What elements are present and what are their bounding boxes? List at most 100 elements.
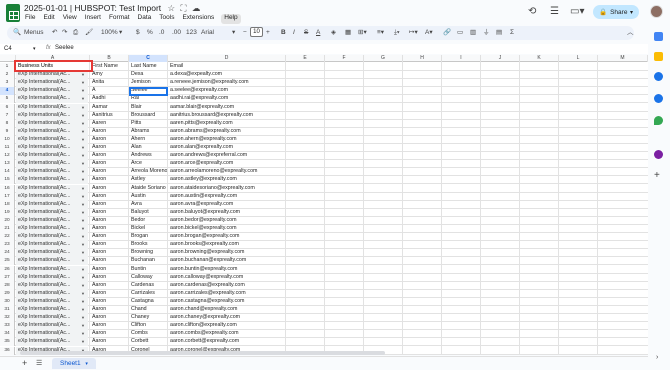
cell-email[interactable]: aaron.clifton@exprealty.com [168,322,286,330]
menu-edit[interactable]: Edit [42,14,55,24]
row-number[interactable]: 3 [0,79,15,88]
cell-business-unit[interactable]: eXp International(Ac... ▼ [16,314,88,323]
menu-view[interactable]: View [62,14,78,24]
row-number[interactable]: 8 [0,119,15,128]
all-sheets-icon[interactable]: ☰ [36,359,42,367]
row-number[interactable]: 25 [0,257,15,266]
row-number[interactable]: 2 [0,71,15,80]
column-header-c[interactable]: C [129,55,168,62]
row-number[interactable]: 13 [0,160,15,169]
filter-icon[interactable]: ⏚ [483,28,490,38]
add-sheet-icon[interactable]: + [22,358,27,368]
dropdown-chip-icon[interactable]: ▼ [81,160,85,168]
row-number[interactable]: 35 [0,338,15,347]
row-number[interactable]: 6 [0,103,15,112]
cell-last-name[interactable]: Bickel [129,225,168,233]
cell-first-name[interactable]: Aaron [90,274,129,282]
cell-last-name[interactable]: Avra [129,201,168,209]
cell-first-name[interactable]: Aaron [90,152,129,160]
maps-icon[interactable] [654,116,663,125]
cell-last-name[interactable]: Brooks [129,241,168,249]
cell-business-unit[interactable]: eXp International(Ac... ▼ [16,160,88,169]
dropdown-chip-icon[interactable]: ▼ [81,330,85,338]
dropdown-chip-icon[interactable]: ▼ [81,233,85,241]
cell-business-unit[interactable]: eXp International(Ac... ▼ [16,289,88,298]
dropdown-chip-icon[interactable]: ▼ [81,112,85,120]
cell-last-name[interactable]: Pitts [129,120,168,128]
cell-business-unit[interactable]: eXp International(Ac... ▼ [16,338,88,347]
row-number[interactable]: 11 [0,144,15,152]
cell-business-unit[interactable]: eXp International(Ac... ▼ [16,273,88,282]
tasks-icon[interactable] [654,72,663,81]
cell-business-unit[interactable]: eXp International(Ac... ▼ [16,257,88,266]
zoom-dropdown-icon[interactable]: ▾ [119,28,122,38]
font-size-decrease-icon[interactable]: − [243,28,247,38]
zoom-select[interactable]: 100% [101,28,118,38]
cell-email[interactable]: a.dexa@expealty.com [168,71,286,79]
column-header-m[interactable]: M [598,55,648,62]
cell-email[interactable]: aaron.castagna@exprealty.com [168,298,286,306]
dropdown-chip-icon[interactable]: ▼ [81,144,85,152]
name-box-dropdown-icon[interactable]: ▾ [33,45,36,54]
column-header-j[interactable]: J [481,55,520,62]
text-color-button[interactable]: A [316,28,320,38]
keep-icon[interactable] [654,52,663,61]
cell-last-name[interactable]: Clifton [129,322,168,330]
cell-last-name[interactable]: Ahern [129,136,168,144]
cell-email[interactable]: aaron.calloway@exprealty.com [168,274,286,282]
cell-last-name[interactable]: Brogan [129,233,168,241]
cell-first-name[interactable]: Aaron [90,136,129,144]
menu-data[interactable]: Data [137,14,153,24]
cell-last-name[interactable]: Chaney [129,314,168,322]
cell-business-unit[interactable]: eXp International(Ac... ▼ [16,241,88,250]
column-header-g[interactable]: G [364,55,403,62]
dropdown-chip-icon[interactable]: ▼ [81,185,85,193]
column-header-b[interactable]: B [90,55,129,62]
row-number[interactable]: 24 [0,249,15,258]
cell-email[interactable]: aaron.chand@exprealty.com [168,306,286,314]
dropdown-chip-icon[interactable]: ▼ [81,225,85,233]
fill-color-icon[interactable]: ◈ [331,28,336,38]
cell-business-unit[interactable]: eXp International(Ac... ▼ [16,249,88,258]
menu-help[interactable]: Help [221,14,241,24]
horizontal-align-icon[interactable]: ≡▾ [377,28,384,38]
cell-first-name[interactable]: Aaron [90,298,129,306]
cell-last-name[interactable]: Broussard [129,112,168,120]
row-number[interactable]: 27 [0,273,15,282]
cell-email[interactable]: aaron.chaney@exprealty.com [168,314,286,322]
cloud-status-icon[interactable]: ☁ [192,3,201,13]
column-header-k[interactable]: K [520,55,559,62]
share-dropdown-icon[interactable]: ▾ [630,5,640,19]
menu-tools[interactable]: Tools [158,14,175,24]
cell-email[interactable]: aaron.carrizales@exprealty.com [168,290,286,298]
dropdown-chip-icon[interactable]: ▼ [81,314,85,322]
cell-first-name[interactable]: Aaron [90,266,129,274]
cell-last-name[interactable]: Astley [129,176,168,184]
dropdown-chip-icon[interactable]: ▼ [81,282,85,290]
add-addon-icon[interactable]: + [654,170,660,181]
sheets-logo-icon[interactable] [6,4,20,22]
cell-first-name[interactable]: Aaron [90,225,129,233]
cell-business-unit[interactable]: eXp International(Ac... ▼ [16,95,88,104]
cell-email[interactable]: aaron.arreolamoreno@exprealty.com [168,168,286,176]
dropdown-chip-icon[interactable]: ▼ [81,95,85,103]
row-number[interactable]: 29 [0,289,15,298]
menu-insert[interactable]: Insert [84,14,102,24]
cell-email[interactable]: aaron.alan@exprealty.com [168,144,286,152]
borders-icon[interactable]: ▦ [345,28,351,38]
cell-email[interactable]: aadhi.rai@exprealty.com [168,95,286,103]
cell-last-name[interactable]: Combs [129,330,168,338]
cell-last-name[interactable]: Bedor [129,217,168,225]
cell-email[interactable]: aaron.ahern@exprealty.com [168,136,286,144]
row-number[interactable]: 16 [0,184,15,193]
cell-email[interactable]: aaron.buchanan@exprealty.com [168,257,286,265]
cell-email[interactable]: aaren.pitts@exprealty.com [168,120,286,128]
cell-first-name[interactable]: Aaron [90,314,129,322]
document-title-text[interactable]: 2025-01-01 | HUBSPOT: Test Import [24,3,161,13]
cell-business-unit[interactable]: eXp International(Ac... ▼ [16,111,88,120]
cell-first-name[interactable]: Aaron [90,201,129,209]
cell-last-name[interactable]: Dexa [129,71,168,79]
font-size-input[interactable]: 10 [250,27,263,37]
cell-last-name[interactable]: Browning [129,249,168,257]
cell-last-name[interactable]: Alan [129,144,168,152]
